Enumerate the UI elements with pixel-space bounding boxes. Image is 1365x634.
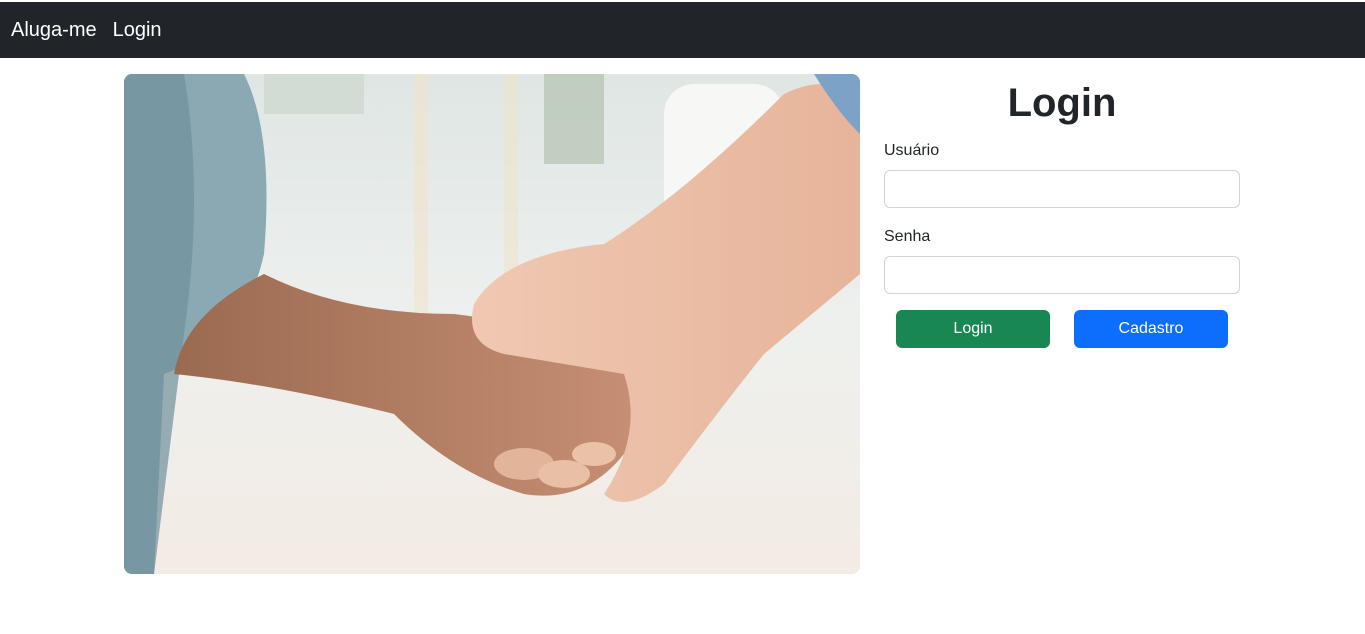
navbar: Aluga-me Login [0, 2, 1365, 58]
password-label: Senha [884, 228, 931, 245]
login-button[interactable]: Login [896, 310, 1050, 348]
register-button[interactable]: Cadastro [1074, 310, 1228, 348]
nav-link-login[interactable]: Login [113, 19, 162, 42]
login-panel: Login Usuário Senha Login Cadastro [884, 74, 1240, 348]
handshake-photo [124, 74, 860, 574]
nav-brand[interactable]: Aluga-me [11, 19, 97, 42]
page-title: Login [1007, 81, 1117, 125]
username-input[interactable] [884, 170, 1240, 208]
username-label: Usuário [884, 142, 940, 159]
password-input[interactable] [884, 256, 1240, 294]
